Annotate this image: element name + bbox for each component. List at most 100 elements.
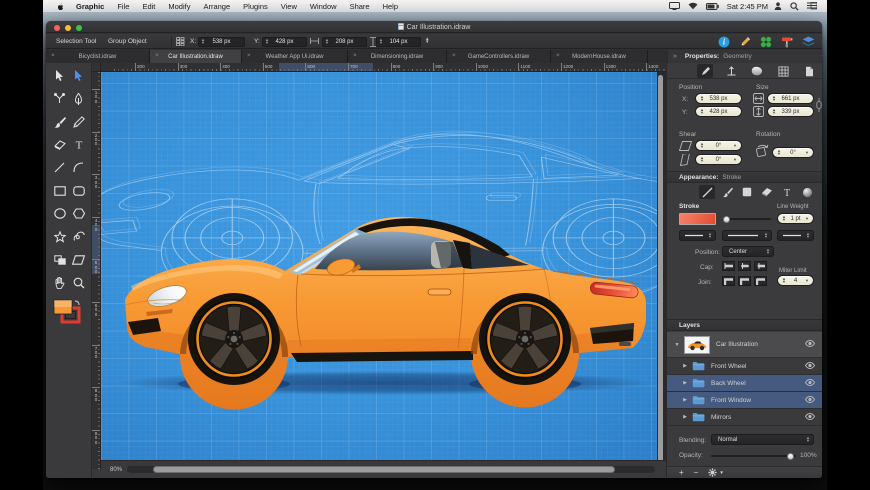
tool-combine-shapes[interactable]	[51, 251, 68, 268]
notification-center-icon[interactable]	[807, 2, 817, 10]
canvas-vertical-scrollbar[interactable]	[658, 75, 663, 465]
link-dimensions-icon[interactable]	[816, 97, 822, 113]
selection-tool-label[interactable]: Selection Tool	[56, 38, 96, 45]
tool-direct-selection-arrow[interactable]	[70, 67, 87, 84]
properties-tab-grid[interactable]	[775, 64, 791, 78]
horizontal-ruler[interactable]: 2003004005006007008009001000110012001300…	[101, 63, 666, 72]
layer-visibility-eye-icon[interactable]	[805, 362, 815, 371]
properties-tab-page[interactable]	[801, 64, 817, 78]
tool-polygon[interactable]	[70, 205, 87, 222]
orange-car-illustration[interactable]	[117, 217, 653, 410]
tool-rectangle[interactable]	[51, 182, 68, 199]
title-bar[interactable]: Car Illustration.idraw	[46, 21, 822, 33]
stroke-width-slider-knob[interactable]	[723, 216, 730, 223]
appearance-tab-stroke-line[interactable]	[699, 185, 715, 199]
spotlight-icon[interactable]	[790, 2, 799, 11]
collapse-panel-icon[interactable]: »	[673, 53, 677, 60]
style-roller-icon[interactable]	[781, 36, 793, 48]
info-icon[interactable]: i	[718, 36, 730, 48]
layer-visibility-eye-icon[interactable]	[805, 413, 815, 422]
panel-height-field[interactable]: ▲▼339 px	[767, 106, 814, 117]
layer-settings-button[interactable]: ▼	[708, 468, 723, 477]
user-icon[interactable]	[774, 2, 782, 10]
group-object-label[interactable]: Group Object	[108, 38, 147, 45]
tool-selection-arrow[interactable]	[51, 67, 68, 84]
tool-line[interactable]	[51, 159, 68, 176]
zoom-level[interactable]: 80%	[110, 467, 122, 473]
shear-horizontal-field[interactable]: ▲▼0°▼	[695, 140, 742, 151]
tool-arc[interactable]	[70, 159, 87, 176]
layer-disclosure-triangle[interactable]: ▼	[673, 342, 681, 348]
menu-item-view[interactable]: View	[281, 2, 297, 11]
blending-dropdown[interactable]: Normal▲▼	[711, 434, 814, 445]
tab-close-icon[interactable]: ×	[247, 53, 251, 59]
tab-close-icon[interactable]: ×	[556, 53, 560, 59]
appearance-tab-eraser[interactable]	[759, 185, 775, 199]
tool-ellipse[interactable]	[51, 205, 68, 222]
width-field[interactable]: ▲▼208 px	[322, 37, 367, 47]
document-tab-6[interactable]: ×ModernHouse.idraw	[551, 50, 648, 63]
rotation-stepper[interactable]: ▲▼	[425, 37, 429, 43]
tool-eraser[interactable]	[51, 136, 68, 153]
wifi-icon[interactable]	[688, 2, 698, 10]
tool-pencil[interactable]	[70, 113, 87, 130]
stroke-color-swatch[interactable]	[679, 213, 716, 225]
document-tab-2[interactable]: ×Car Illustration.idraw	[150, 50, 242, 63]
fill-stroke-swatches[interactable]	[53, 299, 83, 325]
menu-item-help[interactable]: Help	[383, 2, 398, 11]
menu-clock[interactable]: Sat 2:45 PM	[727, 2, 768, 11]
stroke-dash-style-dropdown[interactable]: ▲▼	[722, 230, 772, 241]
panel-width-field[interactable]: ▲▼661 px	[767, 93, 814, 104]
canvas[interactable]	[101, 72, 666, 469]
tool-rounded-rectangle[interactable]	[70, 182, 87, 199]
tool-zoom[interactable]	[70, 274, 87, 291]
shear-vertical-field[interactable]: ▲▼0°▼	[695, 154, 742, 165]
apple-menu-icon[interactable]	[56, 2, 64, 11]
document-tab-1[interactable]: ×Bicyclist.idraw	[46, 50, 150, 63]
stroke-end-style-dropdown[interactable]: ▲▼	[777, 230, 814, 241]
properties-tab-pencil[interactable]	[697, 64, 713, 78]
layer-visibility-eye-icon[interactable]	[805, 396, 815, 405]
layer-disclosure-triangle[interactable]: ▶	[681, 363, 689, 369]
layer-disclosure-triangle[interactable]: ▶	[681, 397, 689, 403]
battery-icon[interactable]	[706, 3, 719, 10]
stroke-width-slider[interactable]	[723, 218, 771, 220]
x-field[interactable]: ▲▼538 px	[198, 37, 245, 47]
tool-parallelogram[interactable]	[70, 251, 87, 268]
stroke-position-dropdown[interactable]: Center▲▼	[722, 246, 774, 257]
properties-tab-anchor[interactable]	[723, 64, 739, 78]
remove-layer-button[interactable]: −	[694, 469, 699, 477]
miter-limit-field[interactable]: ▲▼4▼	[777, 275, 814, 286]
document-tab-4[interactable]: ×Dimensioning.idraw	[348, 50, 447, 63]
tool-scissors[interactable]	[51, 90, 68, 107]
layer-row-car-illustration[interactable]: ▼Car Illustration	[667, 332, 822, 358]
layer-visibility-eye-icon[interactable]	[805, 379, 815, 388]
layers-icon[interactable]	[802, 36, 814, 48]
layer-visibility-eye-icon[interactable]	[805, 340, 815, 349]
add-layer-button[interactable]: +	[679, 469, 684, 477]
menu-item-file[interactable]: File	[117, 2, 129, 11]
display-icon[interactable]	[669, 2, 680, 10]
layer-disclosure-triangle[interactable]: ▶	[681, 414, 689, 420]
tool-text[interactable]: T	[70, 136, 87, 153]
tab-close-icon[interactable]: ×	[51, 53, 55, 59]
menu-item-plugins[interactable]: Plugins	[243, 2, 268, 11]
pencil-icon[interactable]	[739, 36, 751, 48]
cap-round-button[interactable]	[738, 261, 751, 271]
layer-row-mirrors[interactable]: ▶Mirrors	[667, 409, 822, 426]
appearance-tab-shadow-ball[interactable]	[799, 185, 815, 199]
appearance-tab-brush[interactable]	[719, 185, 735, 199]
tool-star[interactable]	[51, 228, 68, 245]
panel-y-field[interactable]: ▲▼428 px	[695, 106, 742, 117]
menu-item-edit[interactable]: Edit	[142, 2, 155, 11]
layer-disclosure-triangle[interactable]: ▶	[681, 380, 689, 386]
opacity-slider[interactable]	[711, 455, 796, 457]
height-field[interactable]: ▲▼104 px	[376, 37, 421, 47]
y-field[interactable]: ▲▼428 px	[262, 37, 307, 47]
menu-item-modify[interactable]: Modify	[168, 2, 190, 11]
layer-row-front-wheel[interactable]: ▶Front Wheel	[667, 358, 822, 375]
tool-brush[interactable]	[51, 113, 68, 130]
tab-close-icon[interactable]: ×	[353, 53, 357, 59]
tool-pen[interactable]	[70, 90, 87, 107]
appearance-tab-text[interactable]: T	[779, 185, 795, 199]
